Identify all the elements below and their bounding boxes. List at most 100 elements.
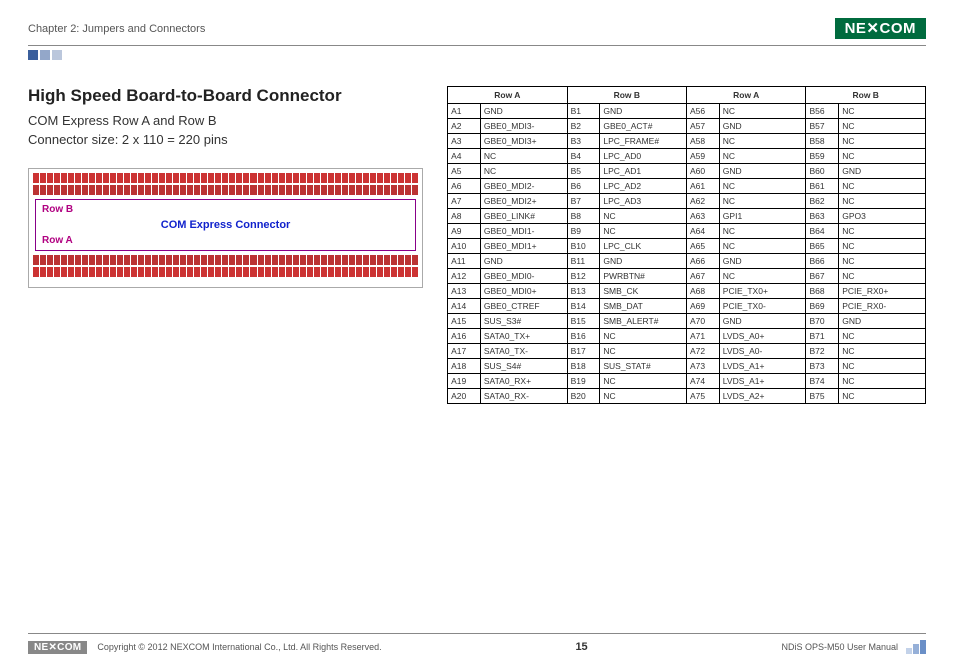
th-row-b2: Row B — [806, 87, 926, 104]
pin-cell: B6 — [567, 179, 600, 194]
signal-cell: LVDS_A1+ — [719, 374, 806, 389]
pinout-table: Row A Row B Row A Row B A1GNDB1GNDA56NCB… — [447, 86, 926, 404]
brand-logo: NE✕COM — [835, 18, 926, 39]
connector-diagram: Row B COM Express Connector Row A — [28, 168, 423, 288]
row-a-label: Row A — [42, 235, 409, 246]
signal-cell: NC — [839, 104, 926, 119]
pin-cell: A75 — [687, 389, 720, 404]
table-row: A15SUS_S3#B15SMB_ALERT#A70GNDB70GND — [448, 314, 926, 329]
pin-cell: B4 — [567, 149, 600, 164]
subtext-line1: COM Express Row A and Row B — [28, 112, 423, 131]
pin-cell: A73 — [687, 359, 720, 374]
pin-cell: B72 — [806, 344, 839, 359]
pin-cell: A59 — [687, 149, 720, 164]
pin-cell: B68 — [806, 284, 839, 299]
signal-cell: PCIE_TX0- — [719, 299, 806, 314]
table-row: A18SUS_S4#B18SUS_STAT#A73LVDS_A1+B73NC — [448, 359, 926, 374]
pin-cell: B12 — [567, 269, 600, 284]
signal-cell: LVDS_A0- — [719, 344, 806, 359]
pin-cell: B3 — [567, 134, 600, 149]
signal-cell: SUS_S4# — [480, 359, 567, 374]
pin-cell: B64 — [806, 224, 839, 239]
footer-docname: NDiS OPS-M50 User Manual — [781, 642, 898, 652]
signal-cell: SUS_STAT# — [600, 359, 687, 374]
signal-cell: NC — [839, 344, 926, 359]
pin-cell: B75 — [806, 389, 839, 404]
pin-cell: A58 — [687, 134, 720, 149]
pin-cell: B14 — [567, 299, 600, 314]
table-row: A20SATA0_RX-B20NCA75LVDS_A2+B75NC — [448, 389, 926, 404]
signal-cell: NC — [839, 374, 926, 389]
signal-cell: NC — [719, 104, 806, 119]
pin-cell: A1 — [448, 104, 481, 119]
pin-cell: A71 — [687, 329, 720, 344]
pin-cell: A6 — [448, 179, 481, 194]
pin-cell: A20 — [448, 389, 481, 404]
pin-cell: A64 — [687, 224, 720, 239]
pin-cell: B17 — [567, 344, 600, 359]
pin-cell: B74 — [806, 374, 839, 389]
signal-cell: LVDS_A1+ — [719, 359, 806, 374]
pin-cell: B2 — [567, 119, 600, 134]
pin-cell: A8 — [448, 209, 481, 224]
pin-cell: B10 — [567, 239, 600, 254]
signal-cell: PWRBTN# — [600, 269, 687, 284]
signal-cell: GND — [600, 104, 687, 119]
pin-cell: A16 — [448, 329, 481, 344]
signal-cell: NC — [839, 224, 926, 239]
signal-cell: GND — [839, 314, 926, 329]
signal-cell: NC — [719, 179, 806, 194]
pin-cell: B59 — [806, 149, 839, 164]
signal-cell: GBE0_MDI3- — [480, 119, 567, 134]
pin-cell: A12 — [448, 269, 481, 284]
signal-cell: NC — [839, 269, 926, 284]
signal-cell: GBE0_LINK# — [480, 209, 567, 224]
table-row: A17SATA0_TX-B17NCA72LVDS_A0-B72NC — [448, 344, 926, 359]
pin-cell: B5 — [567, 164, 600, 179]
signal-cell: NC — [839, 254, 926, 269]
signal-cell: GND — [719, 254, 806, 269]
signal-cell: GBE0_CTREF — [480, 299, 567, 314]
signal-cell: NC — [719, 134, 806, 149]
signal-cell: NC — [600, 329, 687, 344]
signal-cell: SATA0_TX- — [480, 344, 567, 359]
pin-strip-bot2 — [33, 267, 418, 277]
pin-cell: A57 — [687, 119, 720, 134]
pin-cell: B13 — [567, 284, 600, 299]
table-row: A4NCB4LPC_AD0A59NCB59NC — [448, 149, 926, 164]
signal-cell: LPC_AD0 — [600, 149, 687, 164]
signal-cell: LPC_AD3 — [600, 194, 687, 209]
signal-cell: NC — [719, 269, 806, 284]
pin-cell: A10 — [448, 239, 481, 254]
pin-cell: A5 — [448, 164, 481, 179]
signal-cell: NC — [839, 389, 926, 404]
pin-cell: B71 — [806, 329, 839, 344]
pin-cell: A62 — [687, 194, 720, 209]
section-title: High Speed Board-to-Board Connector — [28, 86, 423, 106]
signal-cell: NC — [600, 374, 687, 389]
pin-cell: B58 — [806, 134, 839, 149]
signal-cell: NC — [600, 344, 687, 359]
pin-cell: B19 — [567, 374, 600, 389]
footer-brand: NE✕COM — [28, 641, 87, 654]
signal-cell: NC — [839, 149, 926, 164]
signal-cell: GND — [480, 254, 567, 269]
signal-cell: NC — [839, 194, 926, 209]
signal-cell: GND — [719, 314, 806, 329]
table-row: A11GNDB11GNDA66GNDB66NC — [448, 254, 926, 269]
pin-cell: A7 — [448, 194, 481, 209]
pin-cell: B61 — [806, 179, 839, 194]
signal-cell: NC — [719, 224, 806, 239]
signal-cell: SATA0_TX+ — [480, 329, 567, 344]
signal-cell: NC — [719, 194, 806, 209]
pin-cell: B62 — [806, 194, 839, 209]
table-row: A7GBE0_MDI2+B7LPC_AD3A62NCB62NC — [448, 194, 926, 209]
th-row-b1: Row B — [567, 87, 686, 104]
signal-cell: SUS_S3# — [480, 314, 567, 329]
signal-cell: GBE0_MDI0- — [480, 269, 567, 284]
pin-cell: A18 — [448, 359, 481, 374]
signal-cell: LPC_AD1 — [600, 164, 687, 179]
signal-cell: GBE0_MDI2- — [480, 179, 567, 194]
pin-cell: A65 — [687, 239, 720, 254]
pin-cell: A56 — [687, 104, 720, 119]
